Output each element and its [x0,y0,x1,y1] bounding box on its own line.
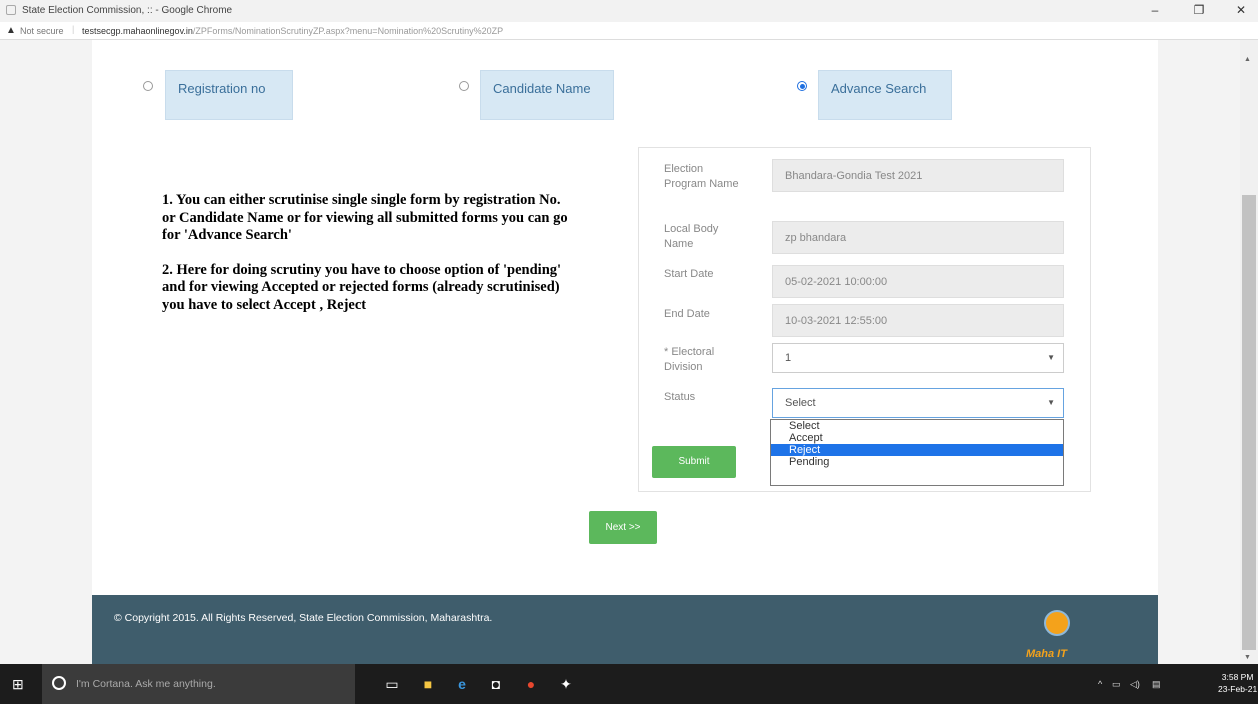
next-button[interactable]: Next >> [589,511,657,544]
network-icon[interactable]: ▭ [1112,679,1121,690]
end-date-label: End Date [664,308,710,320]
browser-title-bar: State Election Commission, :: - Google C… [0,0,1258,22]
copyright-text: © Copyright 2015. All Rights Reserved, S… [114,612,493,624]
clock-time: 3:58 PM [1221,672,1254,682]
radio-candidate-name[interactable] [459,81,469,91]
store-icon[interactable]: ◘ [486,674,506,694]
radio-registration-no[interactable] [143,81,153,91]
status-option-reject[interactable]: Reject [771,444,1063,456]
tray-chevron-icon[interactable]: ^ [1098,679,1102,689]
electoral-division-select[interactable]: 1 ▼ [772,343,1064,373]
option-label: Candidate Name [493,81,591,96]
chevron-down-icon: ▼ [1047,353,1055,362]
task-view-icon[interactable]: ▭ [382,674,402,694]
maha-it-logo-icon [1044,610,1070,636]
notification-icon[interactable]: ▤ [1152,679,1161,690]
cortana-icon [52,676,66,690]
scrollbar-thumb[interactable] [1242,195,1256,650]
file-explorer-icon[interactable]: ■ [418,674,438,694]
instruction-1: 1. You can either scrutinise single sing… [162,192,568,243]
maximize-icon[interactable]: ❐ [1184,3,1214,19]
url-host: testsecgp.mahaonlinegov.in [82,26,193,36]
status-option-select[interactable]: Select [771,420,1063,432]
start-date-label: Start Date [664,268,714,280]
instruction-2: 2. Here for doing scrutiny you have to c… [162,261,562,313]
option-label: Advance Search [831,81,927,96]
option-registration-no[interactable]: Registration no [165,70,293,120]
volume-icon[interactable]: ◁) [1130,679,1140,690]
status-label: Status [664,391,696,403]
minimize-icon[interactable]: – [1140,3,1170,19]
url-text[interactable]: testsecgp.mahaonlinegov.in/ZPForms/Nomin… [82,26,503,36]
footer: © Copyright 2015. All Rights Reserved, S… [92,595,1158,664]
start-date-field: 05-02-2021 10:00:00 [772,265,1064,298]
close-icon[interactable]: ✕ [1226,3,1256,19]
cortana-placeholder: I'm Cortana. Ask me anything. [76,678,216,690]
status-dropdown-list[interactable]: Select Accept Reject Pending [770,419,1064,486]
edge-icon[interactable]: e [452,674,472,694]
address-separator: | [72,24,75,34]
option-advance-search[interactable]: Advance Search [818,70,952,120]
election-program-label: Election Program Name [664,163,739,190]
favicon-icon [6,5,16,15]
local-body-label: Local Body Name [664,223,719,250]
chrome-icon[interactable]: ● [521,674,541,694]
status-value: Select [785,397,816,409]
warning-icon: ▲ [6,25,16,36]
app-icon[interactable]: ✦ [556,674,576,694]
logo-text: Maha IT [1026,648,1067,660]
scroll-down-icon[interactable]: ▼ [1244,654,1251,661]
not-secure-label: Not secure [20,26,64,36]
clock-date: 23-Feb-21 [1218,684,1258,694]
radio-advance-search[interactable] [797,81,807,91]
option-candidate-name[interactable]: Candidate Name [480,70,614,120]
url-path: /ZPForms/NominationScrutinyZP.aspx?menu=… [192,26,504,36]
option-label: Registration no [178,81,266,96]
status-option-pending[interactable]: Pending [771,456,1063,468]
status-option-accept[interactable]: Accept [771,432,1063,444]
cortana-search-box[interactable]: I'm Cortana. Ask me anything. [42,664,355,704]
status-select[interactable]: Select ▼ [772,388,1064,418]
local-body-field: zp bhandara [772,221,1064,254]
election-program-field: Bhandara-Gondia Test 2021 [772,159,1064,192]
instructions: 1. You can either scrutinise single sing… [162,192,572,331]
chevron-down-icon: ▼ [1047,398,1055,407]
submit-button[interactable]: Submit [652,446,736,478]
windows-taskbar: ⊞ I'm Cortana. Ask me anything. ▭ ■ e ◘ … [0,664,1258,704]
end-date-field: 10-03-2021 12:55:00 [772,304,1064,337]
address-bar[interactable]: ▲ Not secure | testsecgp.mahaonlinegov.i… [0,22,1258,40]
clock[interactable]: 3:58 PM 23-Feb-21 [1218,671,1257,695]
windows-start-icon[interactable]: ⊞ [12,676,24,693]
electoral-division-value: 1 [785,352,792,364]
electoral-division-label: * Electoral Division [664,346,715,373]
window-title: State Election Commission, :: - Google C… [22,5,233,16]
scroll-up-icon[interactable]: ▲ [1244,56,1251,63]
